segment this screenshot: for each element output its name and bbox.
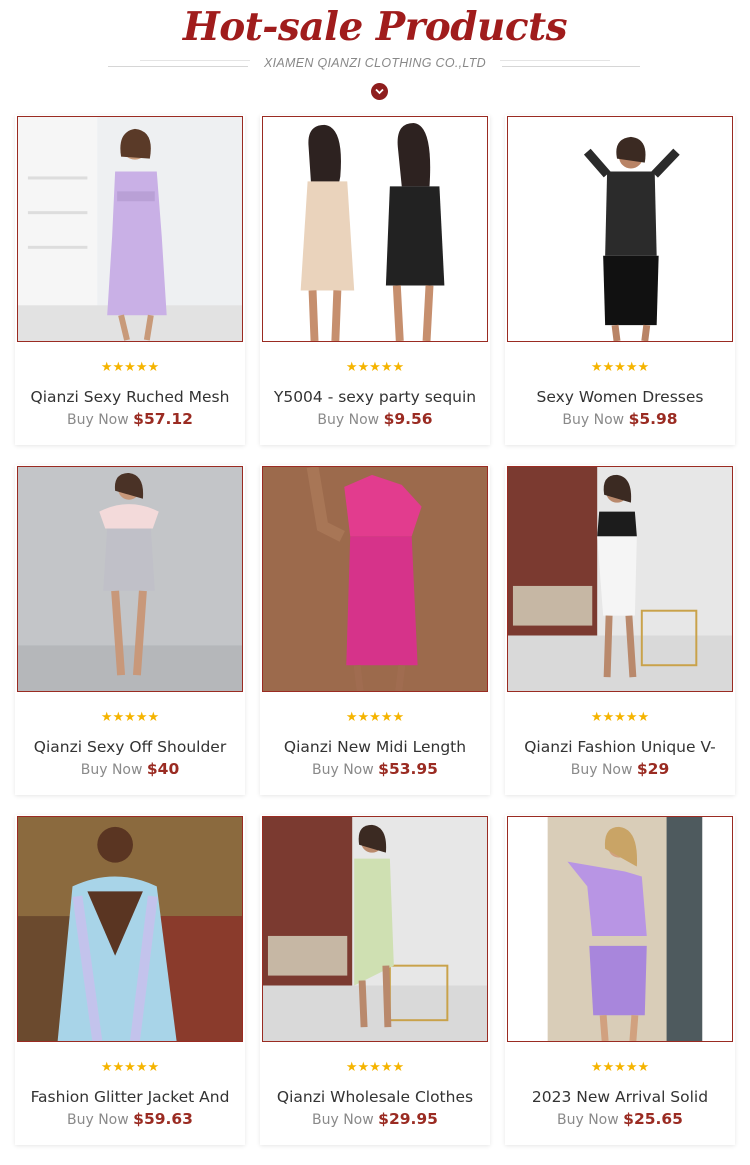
price-row: Buy Now $59.63 xyxy=(15,1110,245,1129)
rating-stars: ★★★★★ xyxy=(345,1059,405,1074)
rating-stars: ★★★★★ xyxy=(345,709,405,724)
product-name[interactable]: Qianzi Wholesale Clothes xyxy=(260,1087,490,1107)
rating-stars: ★★★★★ xyxy=(100,359,160,374)
product-image[interactable] xyxy=(507,466,733,692)
price-row: Buy Now $29.95 xyxy=(260,1110,490,1129)
price-row: Buy Now $9.56 xyxy=(260,410,490,429)
product-price: $25.65 xyxy=(623,1110,683,1128)
product-grid: ★★★★★ Qianzi Sexy Ruched Mesh Buy Now $5… xyxy=(0,0,750,1165)
buy-now-link[interactable]: Buy Now xyxy=(562,412,628,428)
buy-now-link[interactable]: Buy Now xyxy=(557,1112,623,1128)
product-name[interactable]: Sexy Women Dresses xyxy=(505,387,735,407)
product-name[interactable]: Y5004 - sexy party sequin xyxy=(260,387,490,407)
buy-now-link[interactable]: Buy Now xyxy=(67,1112,133,1128)
rating-stars: ★★★★★ xyxy=(590,1059,650,1074)
price-row: Buy Now $25.65 xyxy=(505,1110,735,1129)
product-price: $29 xyxy=(636,760,670,778)
product-image[interactable] xyxy=(507,816,733,1042)
price-row: Buy Now $5.98 xyxy=(505,410,735,429)
price-row: Buy Now $29 xyxy=(505,760,735,779)
buy-now-link[interactable]: Buy Now xyxy=(571,762,637,778)
price-row: Buy Now $40 xyxy=(15,760,245,779)
buy-now-link[interactable]: Buy Now xyxy=(312,1112,378,1128)
product-price: $53.95 xyxy=(378,760,438,778)
buy-now-link[interactable]: Buy Now xyxy=(67,412,133,428)
product-image[interactable] xyxy=(507,116,733,342)
product-name[interactable]: 2023 New Arrival Solid xyxy=(505,1087,735,1107)
product-name[interactable]: Fashion Glitter Jacket And xyxy=(15,1087,245,1107)
product-card[interactable]: ★★★★★ Qianzi Sexy Off Shoulder Buy Now $… xyxy=(15,465,245,795)
product-name[interactable]: Qianzi Sexy Ruched Mesh xyxy=(15,387,245,407)
product-price: $40 xyxy=(146,760,180,778)
product-price: $9.56 xyxy=(383,410,433,428)
product-price: $5.98 xyxy=(628,410,678,428)
buy-now-link[interactable]: Buy Now xyxy=(317,412,383,428)
product-card[interactable]: ★★★★★ 2023 New Arrival Solid Buy Now $25… xyxy=(505,815,735,1145)
product-card[interactable]: ★★★★★ Fashion Glitter Jacket And Buy Now… xyxy=(15,815,245,1145)
product-price: $59.63 xyxy=(133,1110,193,1128)
product-image[interactable] xyxy=(17,816,243,1042)
product-name[interactable]: Qianzi Sexy Off Shoulder xyxy=(15,737,245,757)
rating-stars: ★★★★★ xyxy=(590,359,650,374)
product-card[interactable]: ★★★★★ Qianzi New Midi Length Buy Now $53… xyxy=(260,465,490,795)
product-name[interactable]: Qianzi New Midi Length xyxy=(260,737,490,757)
product-price: $29.95 xyxy=(378,1110,438,1128)
buy-now-link[interactable]: Buy Now xyxy=(312,762,378,778)
buy-now-link[interactable]: Buy Now xyxy=(81,762,147,778)
product-card[interactable]: ★★★★★ Qianzi Fashion Unique V- Buy Now $… xyxy=(505,465,735,795)
product-card[interactable]: ★★★★★ Qianzi Sexy Ruched Mesh Buy Now $5… xyxy=(15,115,245,445)
product-card[interactable]: ★★★★★ Sexy Women Dresses Buy Now $5.98 xyxy=(505,115,735,445)
product-image[interactable] xyxy=(17,466,243,692)
price-row: Buy Now $57.12 xyxy=(15,410,245,429)
price-row: Buy Now $53.95 xyxy=(260,760,490,779)
product-image[interactable] xyxy=(262,466,488,692)
rating-stars: ★★★★★ xyxy=(590,709,650,724)
rating-stars: ★★★★★ xyxy=(100,1059,160,1074)
rating-stars: ★★★★★ xyxy=(100,709,160,724)
product-image[interactable] xyxy=(262,816,488,1042)
product-image[interactable] xyxy=(262,116,488,342)
product-price: $57.12 xyxy=(133,410,193,428)
product-image[interactable] xyxy=(17,116,243,342)
rating-stars: ★★★★★ xyxy=(345,359,405,374)
product-card[interactable]: ★★★★★ Qianzi Wholesale Clothes Buy Now $… xyxy=(260,815,490,1145)
product-name[interactable]: Qianzi Fashion Unique V- xyxy=(505,737,735,757)
product-card[interactable]: ★★★★★ Y5004 - sexy party sequin Buy Now … xyxy=(260,115,490,445)
